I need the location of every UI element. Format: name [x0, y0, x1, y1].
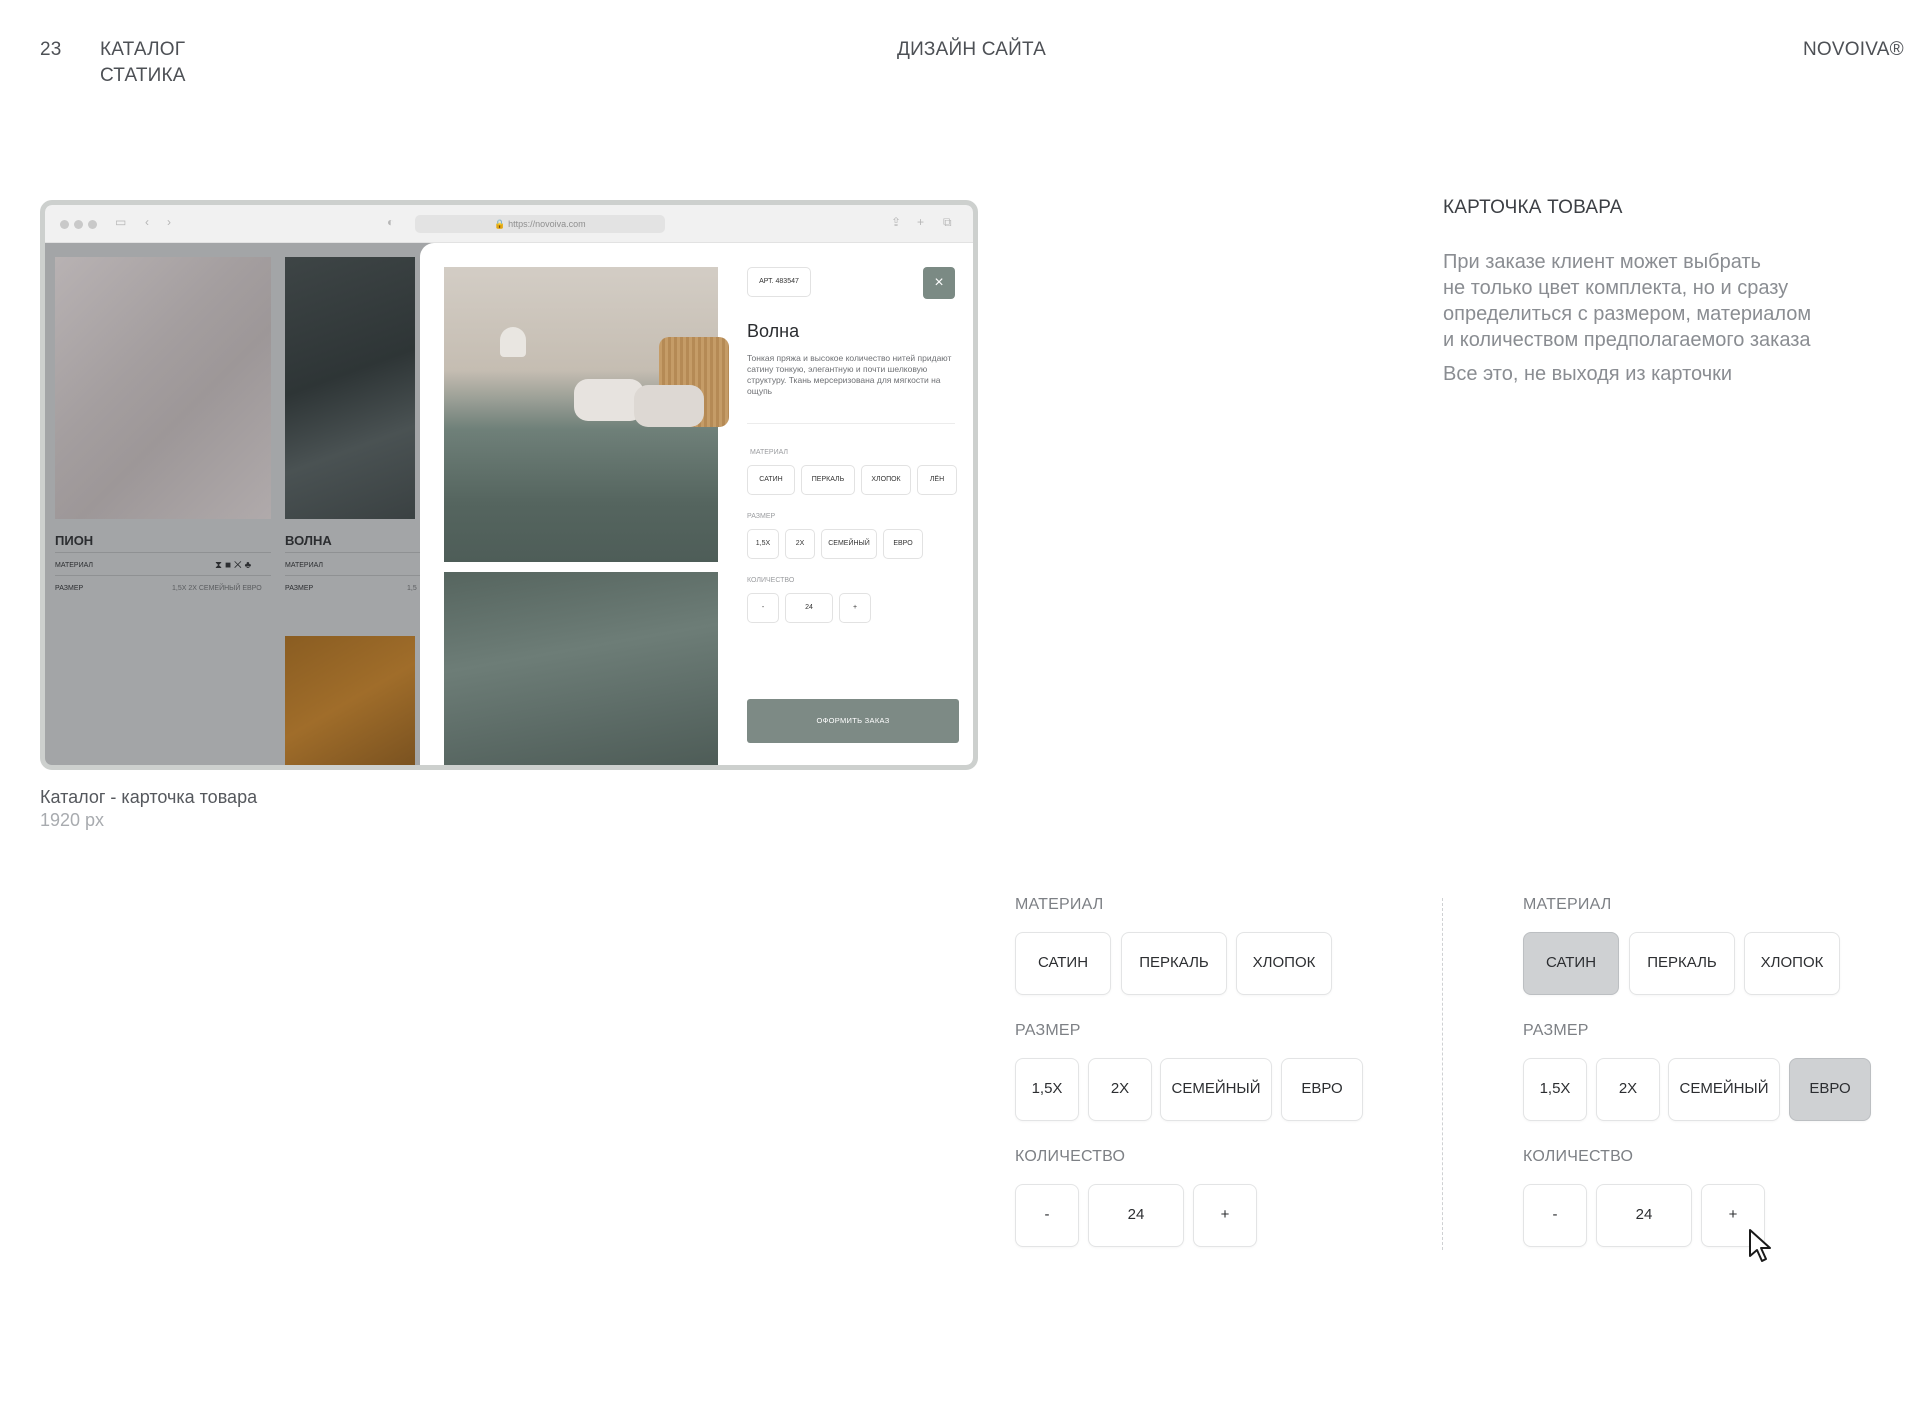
divider — [55, 575, 271, 576]
quantity-label: КОЛИЧЕСТВО — [747, 577, 795, 584]
size-options: 1,5Х 2Х СЕМЕЙНЫЙ ЕВРО — [172, 585, 262, 592]
quantity-label: КОЛИЧЕСТВО — [1015, 1148, 1126, 1165]
panel-divider — [1442, 898, 1443, 1250]
sidebar-icon[interactable]: ▭ — [115, 215, 126, 229]
size-option-euro-selected[interactable]: ЕВРО — [1789, 1058, 1871, 1121]
material-label: МАТЕРИАЛ — [285, 562, 324, 569]
section-line-1: КАТАЛОГ — [100, 39, 186, 60]
material-option[interactable]: ЛЁН — [917, 465, 957, 495]
url-text: https://novoiva.com — [508, 219, 586, 229]
article-badge: АРТ. 483547 — [747, 267, 811, 297]
size-option[interactable]: 1,5Х — [747, 529, 779, 559]
product-photo[interactable] — [55, 257, 271, 519]
close-icon[interactable]: × — [923, 267, 955, 299]
size-options: 1,5 — [407, 585, 417, 592]
quantity-input[interactable]: 24 — [1088, 1184, 1184, 1247]
product-name[interactable]: ВОЛНА — [285, 533, 332, 548]
quantity-decrease-button[interactable]: - — [1523, 1184, 1587, 1247]
size-option-1-5x[interactable]: 1,5Х — [1015, 1058, 1079, 1121]
pillow — [634, 385, 704, 427]
material-option[interactable]: ПЕРКАЛЬ — [801, 465, 855, 495]
material-option-satin[interactable]: САТИН — [1015, 932, 1111, 995]
divider — [747, 423, 955, 424]
material-option-cotton[interactable]: ХЛОПОК — [1236, 932, 1332, 995]
center-title: ДИЗАЙН САЙТА — [897, 39, 1047, 60]
product-name[interactable]: ПИОН — [55, 533, 93, 548]
product-image-closeup — [444, 572, 718, 765]
mockup-caption: Каталог - карточка товара — [40, 787, 258, 807]
share-icon[interactable]: ⇪ — [891, 215, 901, 229]
info-line: определиться с размером, материалом — [1443, 303, 1812, 325]
material-option[interactable]: ХЛОПОК — [861, 465, 911, 495]
window-dot-icon — [74, 220, 83, 229]
product-title: Волна — [747, 321, 800, 341]
quantity-label: КОЛИЧЕСТВО — [1523, 1148, 1634, 1165]
size-option-1-5x[interactable]: 1,5Х — [1523, 1058, 1587, 1121]
product-image-bedroom — [444, 267, 729, 562]
material-option-cotton[interactable]: ХЛОПОК — [1744, 932, 1840, 995]
product-photo[interactable] — [285, 257, 415, 519]
size-label: РАЗМЕР — [747, 513, 776, 520]
lamp — [500, 327, 526, 357]
window-dot-icon — [88, 220, 97, 229]
material-label: МАТЕРИАЛ — [1015, 896, 1104, 913]
material-option[interactable]: САТИН — [747, 465, 795, 495]
quantity-input[interactable]: 24 — [1596, 1184, 1692, 1247]
size-option-family[interactable]: СЕМЕЙНЫЙ — [1668, 1058, 1780, 1121]
info-description: При заказе клиент может выбрать не тольк… — [1443, 249, 1863, 353]
order-button[interactable]: ОФОРМИТЬ ЗАКАЗ — [747, 699, 959, 743]
quantity-increase-button[interactable]: + — [839, 593, 871, 623]
material-option-percale[interactable]: ПЕРКАЛЬ — [1629, 932, 1735, 995]
material-label: МАТЕРИАЛ — [55, 562, 94, 569]
brand-logo: NOVOIVA® — [1803, 39, 1904, 60]
material-option-percale[interactable]: ПЕРКАЛЬ — [1121, 932, 1227, 995]
divider — [55, 552, 271, 553]
forward-icon[interactable]: › — [167, 215, 171, 229]
back-icon[interactable]: ‹ — [145, 215, 149, 229]
page-number: 23 — [40, 39, 62, 60]
product-card-modal: АРТ. 483547 × Волна Тонкая пряжа и высок… — [420, 243, 973, 765]
section-line-2: СТАТИКА — [100, 65, 186, 86]
size-option-2x[interactable]: 2Х — [1088, 1058, 1152, 1121]
size-label: РАЗМЕР — [1015, 1022, 1081, 1039]
size-option[interactable]: ЕВРО — [883, 529, 923, 559]
size-label: РАЗМЕР — [285, 585, 314, 592]
info-line: и количеством предполагаемого заказа — [1443, 329, 1811, 351]
size-option-family[interactable]: СЕМЕЙНЫЙ — [1160, 1058, 1272, 1121]
product-description: Тонкая пряжа и высокое количество нитей … — [747, 353, 952, 396]
quantity-decrease-button[interactable]: - — [747, 593, 779, 623]
material-icons: ⧗■✕♣ — [215, 560, 255, 571]
quantity-decrease-button[interactable]: - — [1015, 1184, 1079, 1247]
divider — [285, 552, 420, 553]
divider — [285, 575, 420, 576]
browser-mockup: ▭ ‹ › ◐ 🔒 https://novoiva.com ⇪ + ⧉ ПИОН… — [40, 200, 978, 770]
browser-toolbar: ▭ ‹ › ◐ 🔒 https://novoiva.com ⇪ + ⧉ — [45, 205, 973, 243]
info-line: не только цвет комплекта, но и сразу — [1443, 277, 1789, 299]
info-title: КАРТОЧКА ТОВАРА — [1443, 197, 1623, 218]
mouse-cursor-icon — [1749, 1229, 1771, 1262]
size-option[interactable]: 2Х — [785, 529, 815, 559]
info-note: Все это, не выходя из карточки — [1443, 363, 1733, 385]
size-option[interactable]: СЕМЕЙНЫЙ — [821, 529, 877, 559]
quantity-increase-button[interactable]: + — [1193, 1184, 1257, 1247]
section-title: КАТАЛОГ СТАТИКА — [100, 37, 186, 89]
material-option-satin-selected[interactable]: САТИН — [1523, 932, 1619, 995]
mockup-size: 1920 px — [40, 810, 105, 830]
size-label: РАЗМЕР — [55, 585, 84, 592]
material-label: МАТЕРИАЛ — [1523, 896, 1612, 913]
shield-icon: ◐ — [387, 215, 395, 229]
lock-icon: 🔒 — [494, 219, 506, 229]
size-option-euro[interactable]: ЕВРО — [1281, 1058, 1363, 1121]
product-photo[interactable] — [285, 636, 415, 765]
info-line: При заказе клиент может выбрать — [1443, 251, 1761, 273]
quantity-input[interactable]: 24 — [785, 593, 833, 623]
new-tab-icon[interactable]: + — [917, 215, 924, 229]
size-option-2x[interactable]: 2Х — [1596, 1058, 1660, 1121]
tabs-icon[interactable]: ⧉ — [943, 215, 952, 230]
size-label: РАЗМЕР — [1523, 1022, 1589, 1039]
window-dot-icon — [60, 220, 69, 229]
address-bar[interactable]: 🔒 https://novoiva.com — [415, 215, 665, 233]
material-label: МАТЕРИАЛ — [750, 449, 789, 456]
